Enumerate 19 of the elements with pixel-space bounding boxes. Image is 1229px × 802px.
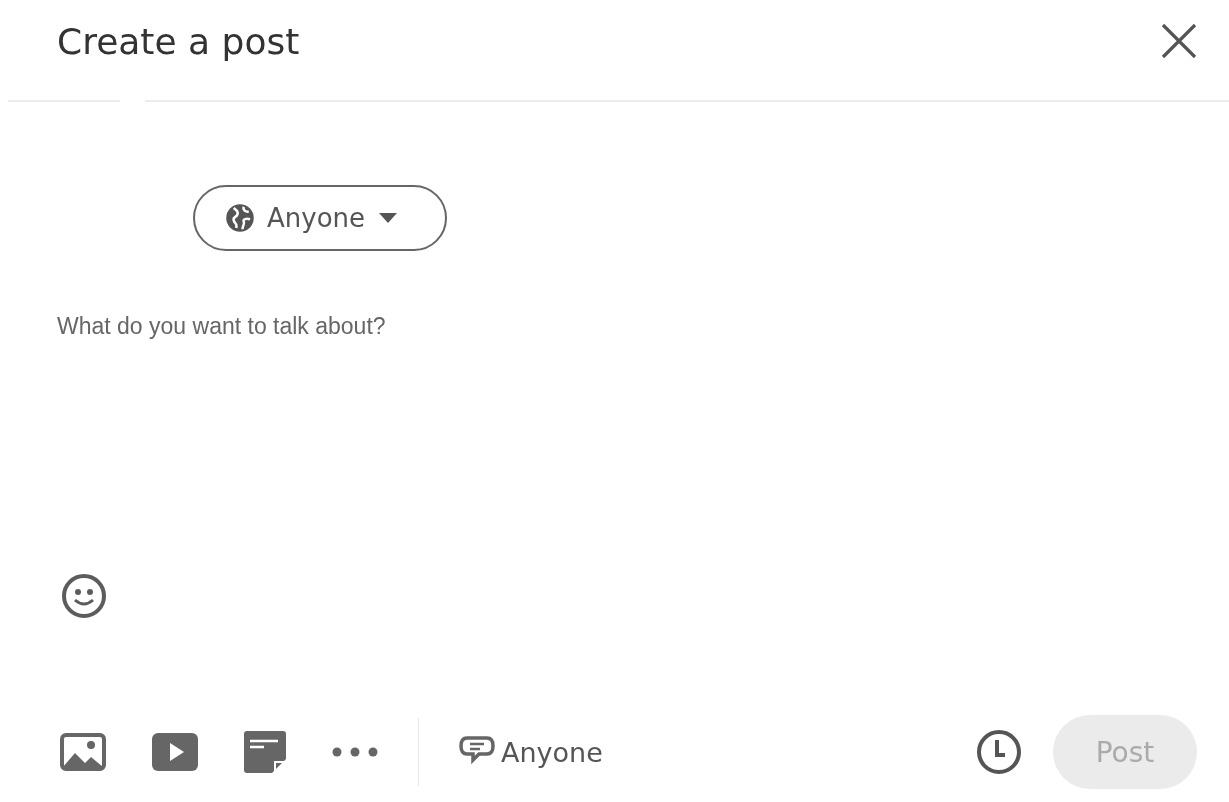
globe-icon (225, 203, 255, 233)
caret-icon (377, 211, 400, 225)
schedule-button[interactable] (975, 728, 1023, 776)
emoji-button[interactable] (61, 573, 107, 619)
document-button[interactable] (244, 731, 286, 773)
more-button[interactable] (332, 746, 378, 758)
image-icon (60, 733, 106, 771)
more-icon (332, 746, 378, 758)
play-icon (152, 733, 198, 771)
clock-icon (975, 728, 1023, 776)
comment-setting-button[interactable]: Anyone (459, 735, 603, 769)
visibility-dropdown[interactable]: Anyone (193, 185, 447, 251)
close-button[interactable] (1159, 21, 1199, 61)
smiley-icon (61, 573, 107, 619)
note-icon (244, 731, 286, 773)
photo-button[interactable] (60, 733, 106, 771)
close-icon (1159, 21, 1199, 61)
video-button[interactable] (152, 733, 198, 771)
dialog-title: Create a post (57, 20, 300, 62)
